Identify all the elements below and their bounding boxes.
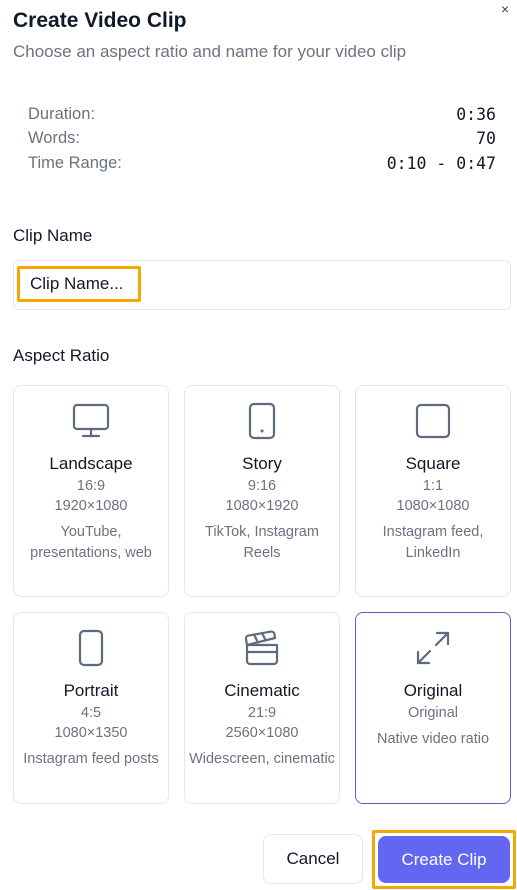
clip-name-placeholder: Clip Name... — [30, 274, 124, 293]
option-ratio: 9:16 — [247, 478, 277, 494]
clip-name-label: Clip Name — [13, 226, 93, 245]
option-name: Portrait — [63, 681, 119, 700]
option-name: Cinematic — [224, 681, 300, 700]
create-clip-button[interactable]: Create Clip — [378, 836, 510, 883]
close-icon[interactable]: × — [501, 2, 509, 16]
monitor-icon — [14, 402, 168, 440]
clip-name-highlight[interactable]: Clip Name... — [17, 266, 141, 302]
option-resolution: 1080×1920 — [225, 498, 299, 514]
option-resolution: 1080×1080 — [396, 498, 470, 514]
stat-label: Words: — [28, 129, 80, 148]
option-resolution: 1920×1080 — [54, 498, 128, 514]
aspect-option-landscape[interactable]: Landscape 16:9 1920×1080 YouTube, presen… — [13, 385, 169, 597]
option-description: TikTok, Instagram Reels — [205, 524, 319, 561]
option-description: Widescreen, cinematic — [189, 751, 335, 767]
aspect-option-original[interactable]: Original Original Native video ratio — [355, 612, 511, 804]
aspect-option-square[interactable]: Square 1:1 1080×1080 Instagram feed, Lin… — [355, 385, 511, 597]
clapperboard-icon — [185, 629, 339, 667]
stat-duration: Duration: 0:36 — [28, 102, 496, 127]
stat-label: Duration: — [28, 104, 95, 123]
dialog-subtitle: Choose an aspect ratio and name for your… — [13, 42, 407, 61]
option-name: Landscape — [49, 454, 133, 473]
stat-value: 70 — [476, 129, 496, 149]
option-description: Instagram feed, LinkedIn — [382, 524, 484, 561]
option-ratio: Original — [408, 705, 458, 721]
clip-stats: Duration: 0:36 Words: 70 Time Range: 0:1… — [28, 102, 496, 176]
option-name: Original — [403, 681, 463, 700]
aspect-option-cinematic[interactable]: Cinematic 21:9 2560×1080 Widescreen, cin… — [184, 612, 340, 804]
option-resolution: 2560×1080 — [225, 725, 299, 741]
aspect-option-portrait[interactable]: Portrait 4:5 1080×1350 Instagram feed po… — [13, 612, 169, 804]
cancel-button[interactable]: Cancel — [263, 834, 363, 884]
aspect-ratio-label: Aspect Ratio — [13, 346, 110, 365]
option-ratio: 16:9 — [76, 478, 106, 494]
aspect-option-story[interactable]: Story 9:16 1080×1920 TikTok, Instagram R… — [184, 385, 340, 597]
stat-value: 0:10 - 0:47 — [386, 153, 496, 173]
option-description: Native video ratio — [376, 731, 490, 747]
stat-time-range: Time Range: 0:10 - 0:47 — [28, 151, 496, 176]
option-ratio: 1:1 — [422, 478, 444, 494]
expand-icon — [356, 629, 510, 667]
option-description: YouTube, presentations, web — [30, 524, 152, 561]
stat-value: 0:36 — [456, 104, 496, 124]
square-icon — [356, 402, 510, 440]
option-resolution: 1080×1350 — [54, 725, 128, 741]
option-ratio: 21:9 — [247, 705, 277, 721]
stat-label: Time Range: — [28, 153, 122, 172]
phone-icon — [185, 402, 339, 440]
option-ratio: 4:5 — [80, 705, 102, 721]
create-clip-highlight: Create Clip — [372, 830, 516, 889]
clip-name-input[interactable]: Clip Name... — [13, 260, 511, 310]
stat-words: Words: 70 — [28, 127, 496, 152]
option-description: Instagram feed posts — [23, 751, 159, 767]
option-name: Story — [242, 454, 282, 473]
portrait-icon — [14, 629, 168, 667]
option-name: Square — [405, 454, 461, 473]
dialog-title: Create Video Clip — [13, 9, 187, 32]
